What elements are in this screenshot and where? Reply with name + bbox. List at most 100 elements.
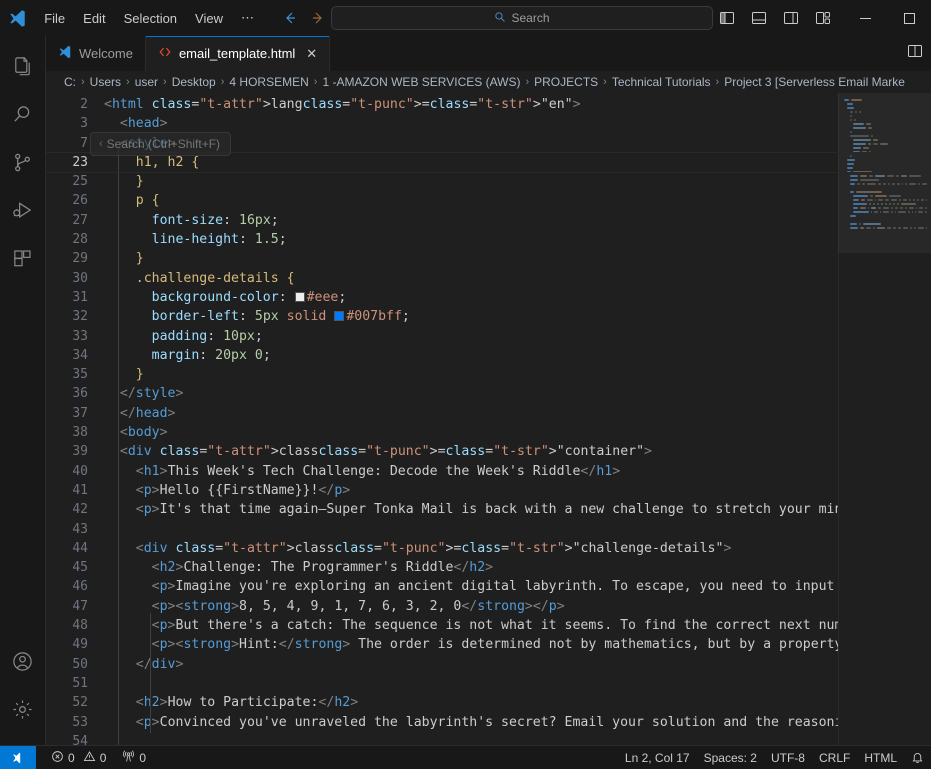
code-line[interactable] bbox=[104, 732, 838, 745]
line-number: 32 bbox=[72, 309, 88, 325]
code-line[interactable]: } bbox=[104, 365, 838, 384]
breadcrumb-item-7[interactable]: Technical Tutorials bbox=[612, 75, 711, 89]
problems-status[interactable]: 0 0 bbox=[44, 746, 113, 769]
breadcrumb-item-3[interactable]: Desktop bbox=[172, 75, 216, 89]
minimap-slider[interactable] bbox=[838, 93, 931, 253]
account-icon[interactable] bbox=[0, 637, 46, 685]
arrow-left-icon[interactable] bbox=[277, 7, 303, 29]
line-number: 2 bbox=[80, 97, 88, 112]
editor-group: Welcome email_template.html ✕ C: › Users… bbox=[46, 36, 931, 745]
remote-window-icon[interactable] bbox=[0, 745, 36, 769]
menu-file[interactable]: File bbox=[35, 8, 74, 29]
extensions-icon[interactable] bbox=[0, 234, 46, 282]
code-line[interactable]: <h1>This Week's Tech Challenge: Decode t… bbox=[104, 462, 838, 481]
vscode-logo-icon bbox=[58, 45, 72, 62]
search-input[interactable]: Search bbox=[331, 6, 713, 30]
code-line[interactable]: <body> bbox=[104, 423, 838, 442]
encoding-status[interactable]: UTF-8 bbox=[764, 746, 812, 769]
breadcrumb-item-1[interactable]: Users bbox=[90, 75, 121, 89]
line-number: 30 bbox=[72, 270, 88, 286]
breadcrumb-item-6[interactable]: PROJECTS bbox=[534, 75, 598, 89]
code-line[interactable] bbox=[104, 674, 838, 693]
language-mode-status[interactable]: HTML bbox=[857, 746, 904, 769]
menu-view[interactable]: View bbox=[186, 8, 232, 29]
code-line[interactable]: margin: 20px 0; bbox=[104, 346, 838, 365]
breadcrumb-item-2[interactable]: user bbox=[135, 75, 158, 89]
error-circle-icon bbox=[51, 750, 64, 766]
status-right: Ln 2, Col 17 Spaces: 2 UTF-8 CRLF HTML bbox=[618, 746, 931, 769]
line-number: 3 bbox=[80, 116, 88, 132]
run-debug-icon[interactable] bbox=[0, 186, 46, 234]
line-number-gutter: 2 3 7 23 25 26 27 28 29 30 31 32 33 34 35 36 37 38 39 40 41 4… bbox=[46, 93, 104, 745]
breadcrumb[interactable]: C: › Users › user › Desktop › 4 HORSEMEN… bbox=[46, 71, 931, 93]
layout-sidebar-left-icon[interactable] bbox=[713, 5, 741, 31]
menu-selection[interactable]: Selection bbox=[115, 8, 186, 29]
code-line[interactable]: <head> bbox=[104, 114, 838, 133]
gear-icon[interactable] bbox=[0, 685, 46, 733]
close-icon[interactable]: ✕ bbox=[306, 47, 317, 60]
minimize-button[interactable] bbox=[843, 0, 887, 36]
code-line[interactable]: <h2>Challenge: The Programmer's Riddle</… bbox=[104, 558, 838, 577]
editor-selection-status[interactable]: Ln 2, Col 17 bbox=[618, 746, 697, 769]
eol-status[interactable]: CRLF bbox=[812, 746, 857, 769]
code-line[interactable]: <p>But there's a catch: The sequence is … bbox=[104, 616, 838, 635]
layout-panel-bottom-icon[interactable] bbox=[745, 5, 773, 31]
files-icon[interactable] bbox=[0, 42, 46, 90]
code-line[interactable]: } bbox=[104, 172, 838, 191]
code-line[interactable]: <div class="t-attr">classclass="t-punc">… bbox=[104, 442, 838, 461]
line-number: 47 bbox=[72, 598, 88, 614]
code-line[interactable]: .challenge-details { bbox=[104, 269, 838, 288]
code-line[interactable]: line-height: 1.5; bbox=[104, 230, 838, 249]
breadcrumb-item-5[interactable]: 1 -AMAZON WEB SERVICES (AWS) bbox=[322, 75, 520, 89]
maximize-button[interactable] bbox=[887, 0, 931, 36]
line-number: 31 bbox=[72, 289, 88, 305]
line-number: 23 bbox=[72, 154, 88, 170]
code-line[interactable]: <p>It's that time again—Super Tonka Mail… bbox=[104, 500, 838, 519]
code-line[interactable]: <p><strong>Hint:</strong> The order is d… bbox=[104, 635, 838, 654]
code-content[interactable]: <html class="t-attr">langclass="t-punc">… bbox=[104, 93, 838, 745]
code-line[interactable]: <div class="t-attr">classclass="t-punc">… bbox=[104, 539, 838, 558]
code-line[interactable]: h1, h2 { bbox=[104, 153, 838, 172]
code-line[interactable] bbox=[104, 520, 838, 539]
layout-controls bbox=[713, 5, 837, 31]
code-line[interactable]: } bbox=[104, 249, 838, 268]
minimap[interactable] bbox=[838, 93, 931, 745]
split-editor-right-icon[interactable] bbox=[907, 43, 923, 64]
code-line[interactable]: <html class="t-attr">langclass="t-punc">… bbox=[104, 95, 838, 114]
code-line[interactable]: <p>Imagine you're exploring an ancient d… bbox=[104, 577, 838, 596]
code-line[interactable]: </style> bbox=[104, 384, 838, 403]
code-line[interactable]: padding: 10px; bbox=[104, 327, 838, 346]
code-line[interactable]: <p><strong>8, 5, 4, 9, 1, 7, 6, 3, 2, 0<… bbox=[104, 597, 838, 616]
notifications-bell-icon[interactable] bbox=[904, 746, 931, 769]
breadcrumb-item-0[interactable]: C: bbox=[64, 75, 76, 89]
tab-welcome[interactable]: Welcome bbox=[46, 36, 146, 71]
code-line[interactable]: <style> bbox=[104, 134, 838, 153]
code-line[interactable]: border-left: 5px solid #007bff; bbox=[104, 307, 838, 326]
code-line[interactable]: </head> bbox=[104, 404, 838, 423]
code-line[interactable]: </div> bbox=[104, 655, 838, 674]
code-editor[interactable]: 2 3 7 23 25 26 27 28 29 30 31 32 33 34 35 36 37 38 39 40 41 4… bbox=[46, 93, 931, 745]
breadcrumb-item-8[interactable]: Project 3 [Serverless Email Marke bbox=[724, 75, 905, 89]
navigation-arrows bbox=[277, 7, 331, 29]
code-line[interactable]: p { bbox=[104, 191, 838, 210]
code-line[interactable]: <p>Hello {{FirstName}}!</p> bbox=[104, 481, 838, 500]
menu-edit[interactable]: Edit bbox=[74, 8, 114, 29]
line-number: 53 bbox=[72, 714, 88, 730]
indentation-status[interactable]: Spaces: 2 bbox=[697, 746, 764, 769]
line-number: 38 bbox=[72, 425, 88, 441]
tab-email-template-html[interactable]: email_template.html ✕ bbox=[145, 36, 331, 71]
code-line[interactable]: <h2>How to Participate:</h2> bbox=[104, 693, 838, 712]
code-line[interactable]: font-size: 16px; bbox=[104, 211, 838, 230]
arrow-right-icon[interactable] bbox=[305, 7, 331, 29]
source-control-icon[interactable] bbox=[0, 138, 46, 186]
layout-sidebar-right-icon[interactable] bbox=[777, 5, 805, 31]
search-icon[interactable] bbox=[0, 90, 46, 138]
menu-more-icon[interactable]: ⋯ bbox=[232, 7, 263, 29]
ports-status[interactable]: 0 bbox=[115, 746, 153, 769]
code-line[interactable]: background-color: #eee; bbox=[104, 288, 838, 307]
breadcrumb-item-4[interactable]: 4 HORSEMEN bbox=[229, 75, 308, 89]
radio-tower-icon bbox=[122, 749, 135, 766]
line-number: 49 bbox=[72, 637, 88, 653]
code-line[interactable]: <p>Convinced you've unraveled the labyri… bbox=[104, 713, 838, 732]
layout-grid-icon[interactable] bbox=[809, 5, 837, 31]
